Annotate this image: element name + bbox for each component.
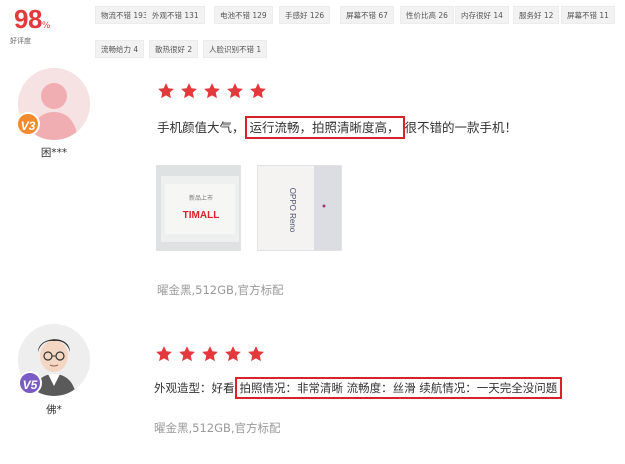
rating-percent-sign: % bbox=[41, 21, 51, 31]
review-tag[interactable]: 内存很好 14 bbox=[455, 6, 509, 24]
user-level-badge: V5 bbox=[18, 371, 42, 395]
star-icon bbox=[250, 83, 266, 99]
review-tag[interactable]: 散热很好 2 bbox=[149, 40, 199, 58]
star-icon bbox=[158, 83, 174, 99]
review-text: 外观造型：好看 拍照情况：非常清晰 流畅度：丝滑 续航情况：一天完全没问题 bbox=[154, 377, 563, 399]
review-tag[interactable]: 电池不错 129 bbox=[214, 6, 273, 24]
user-name: 佛* bbox=[46, 404, 62, 416]
review-tag[interactable]: 物流不错 193 bbox=[95, 6, 154, 24]
review-tag[interactable]: 手感好 126 bbox=[279, 6, 331, 24]
star-rating bbox=[155, 345, 265, 363]
star-icon bbox=[156, 346, 172, 362]
product-spec: 曜金黑,512GB,官方标配 bbox=[157, 283, 284, 297]
star-icon bbox=[181, 83, 197, 99]
star-icon bbox=[202, 346, 218, 362]
user-name: 困*** bbox=[40, 147, 68, 159]
review-highlight: 运行流畅，拍照清晰度高， bbox=[244, 116, 405, 139]
review-tag[interactable]: 性价比高 26 bbox=[400, 6, 454, 24]
user-level-badge: V3 bbox=[16, 112, 40, 136]
review-text-after: 很不错的一款手机！ bbox=[404, 120, 518, 135]
review-tag[interactable]: 流畅给力 4 bbox=[95, 40, 145, 58]
review-tag[interactable]: 屏幕不错 11 bbox=[561, 6, 615, 24]
product-spec: 曜金黑,512GB,官方标配 bbox=[154, 421, 281, 435]
star-rating bbox=[157, 82, 267, 100]
star-icon bbox=[225, 346, 241, 362]
photo-sub-text: 新品上市 bbox=[189, 194, 213, 202]
review-tag[interactable]: 屏幕不错 67 bbox=[340, 6, 394, 24]
review-photo[interactable]: 新品上市 TIMALL bbox=[156, 165, 241, 251]
star-icon bbox=[227, 83, 243, 99]
photo-brand-text: OPPO Reno bbox=[288, 188, 297, 233]
rating-label: 好评度 bbox=[10, 37, 31, 45]
review-tag[interactable]: 服务好 12 bbox=[513, 6, 560, 24]
photo-brand-text: TIMALL bbox=[183, 210, 220, 221]
star-icon bbox=[248, 346, 264, 362]
review-tag[interactable]: 人脸识别不错 1 bbox=[203, 40, 268, 58]
review-text-before: 外观造型：好看 bbox=[154, 381, 235, 395]
star-icon bbox=[204, 83, 220, 99]
rating-block: 98% bbox=[14, 4, 50, 35]
review-highlight: 拍照情况：非常清晰 流畅度：丝滑 续航情况：一天完全没问题 bbox=[234, 377, 563, 399]
review-text-before: 手机颜值大气， bbox=[157, 120, 245, 135]
star-icon bbox=[179, 346, 195, 362]
rating-value: 98 bbox=[14, 4, 42, 34]
review-text: 手机颜值大气， 运行流畅，拍照清晰度高， 很不错的一款手机！ bbox=[157, 116, 518, 139]
review-tag[interactable]: 外观不错 131 bbox=[146, 6, 205, 24]
review-photo[interactable]: OPPO Reno bbox=[257, 165, 342, 251]
